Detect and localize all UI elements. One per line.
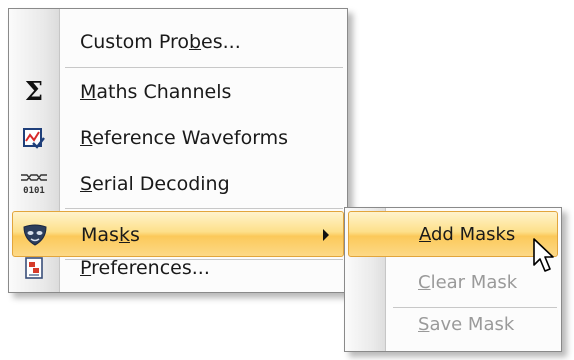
- menu-item-preferences[interactable]: Preferences...: [12, 245, 344, 291]
- menu-item-custom-probes[interactable]: Custom Probes...: [12, 19, 344, 65]
- mouse-cursor-icon: [532, 237, 558, 275]
- menu-separator: [65, 208, 343, 209]
- masks-submenu: Add Masks Clear Mask Save Mask: [344, 207, 562, 352]
- reference-waveform-icon: [12, 115, 56, 161]
- submenu-arrow-icon: [323, 229, 329, 241]
- context-menu: Custom Probes... Σ Maths Channels Refere…: [8, 8, 348, 293]
- menu-item-maths-channels[interactable]: Σ Maths Channels: [12, 69, 344, 115]
- submenu-item-add-masks[interactable]: Add Masks: [348, 211, 558, 257]
- submenu-item-label: Save Mask: [418, 314, 515, 335]
- submenu-item-label: Clear Mask: [418, 272, 518, 293]
- menu-item-label: Maths Channels: [80, 81, 232, 103]
- submenu-item-label: Add Masks: [419, 224, 516, 245]
- menu-item-label: Preferences...: [80, 257, 210, 279]
- preferences-icon: [12, 245, 56, 291]
- menu-item-serial-decoding[interactable]: 0101 Serial Decoding: [12, 161, 344, 207]
- submenu-item-clear-mask[interactable]: Clear Mask: [348, 260, 558, 306]
- menu-item-label: Reference Waveforms: [80, 127, 289, 149]
- screenshot-stage: Custom Probes... Σ Maths Channels Refere…: [0, 0, 574, 360]
- menu-item-icon-empty: [12, 19, 56, 65]
- menu-item-label: Serial Decoding: [80, 173, 230, 195]
- sigma-icon: Σ: [24, 77, 44, 107]
- serial-icon-text: 0101: [23, 186, 45, 196]
- serial-decoding-icon: 0101: [12, 161, 56, 207]
- menu-separator: [65, 67, 343, 68]
- menu-item-label: Custom Probes...: [80, 31, 241, 53]
- menu-item-reference-waveforms[interactable]: Reference Waveforms: [12, 115, 344, 161]
- submenu-item-save-mask[interactable]: Save Mask: [348, 302, 558, 348]
